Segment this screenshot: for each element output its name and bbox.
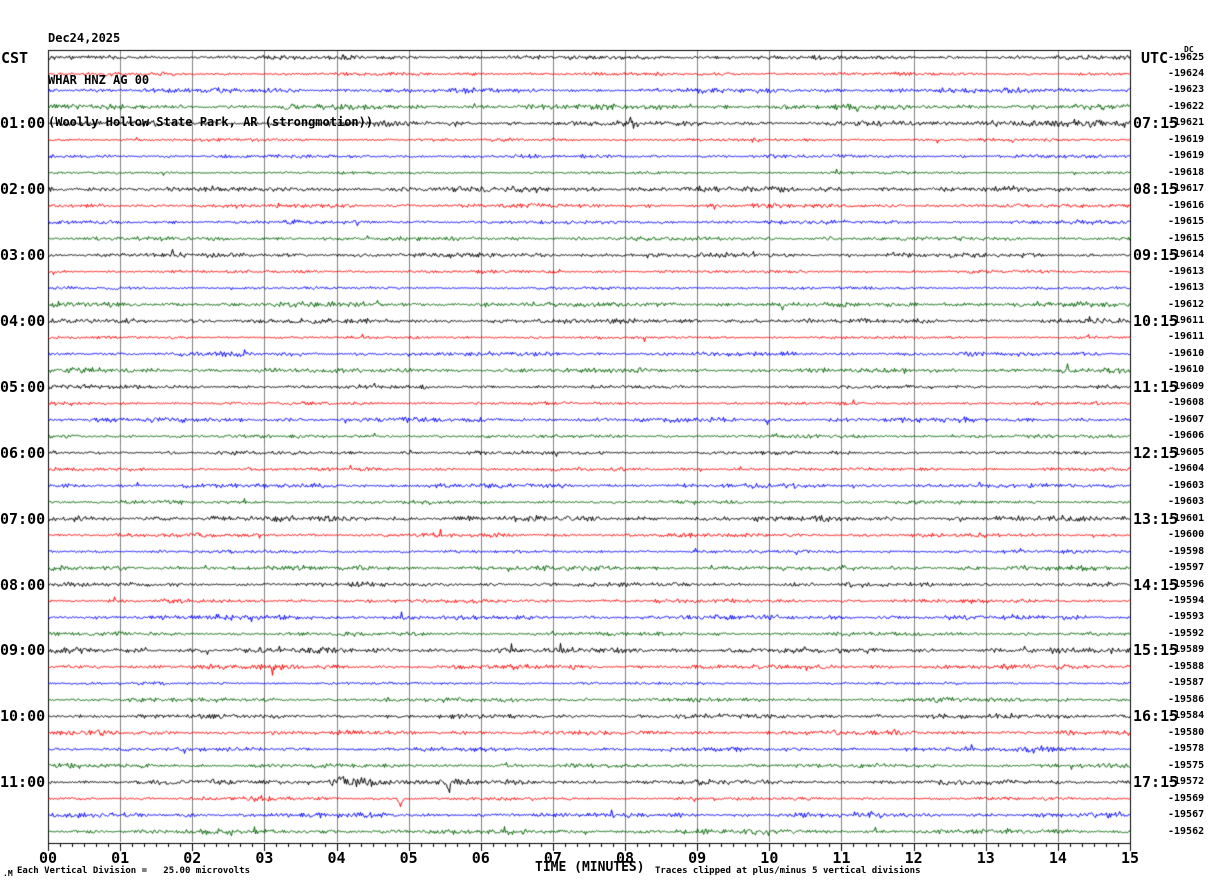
dc-offset-value: -19587 [1168,677,1205,689]
dc-offset-value: -19623 [1168,84,1205,96]
x-tick-label: 09 [688,849,707,867]
dc-offset-value: -19621 [1168,117,1205,129]
dc-offset-value: -19613 [1168,265,1205,277]
dc-offset-value: -19625 [1168,51,1205,63]
dc-offset-value: -19613 [1168,282,1205,294]
dc-offset-value: -19569 [1168,792,1205,804]
x-tick-label: 02 [183,849,202,867]
x-tick-label: 12 [904,849,923,867]
dc-offset-value: -19562 [1168,825,1205,837]
dc-offset-value: -19594 [1168,595,1205,606]
scale-note: Each Vertical Division = 25.00 microvolt… [17,866,250,876]
dc-offset-value: -19580 [1168,726,1205,738]
dc-offset-value: -19610 [1168,364,1205,376]
x-tick-label: 00 [38,849,58,867]
dc-offset-value: -19608 [1168,397,1205,409]
dc-offset-value: -19593 [1168,611,1205,623]
dc-offset-value: -19598 [1168,545,1205,557]
x-axis-title: TIME (MINUTES) [535,860,645,875]
x-tick-label: 10 [760,849,779,867]
title-date: Dec24,2025 [48,31,121,45]
dc-offset-value: -19615 [1168,216,1205,228]
left-hour-label: 07:00 [0,509,46,528]
left-hour-label: 10:00 [0,707,46,726]
dc-offset-value: -19592 [1168,627,1205,639]
dc-offset-value: -19607 [1168,413,1205,425]
dc-offset-value: -19624 [1168,67,1205,79]
left-timezone-label: CST [1,49,29,67]
dc-offset-value: -19588 [1168,660,1205,672]
dc-offset-value: -19589 [1168,644,1205,656]
left-hour-label: 09:00 [0,641,46,660]
dc-offset-value: -19615 [1168,232,1205,244]
x-tick-label: 03 [255,849,274,867]
dc-offset-value: -19609 [1168,380,1205,392]
dc-offset-value: -19600 [1168,529,1205,541]
dc-offset-value: -19603 [1168,496,1205,508]
dc-offset-value: -19578 [1168,743,1205,755]
left-hour-label: 02:00 [0,180,46,199]
dc-offset-value: -19567 [1168,809,1205,821]
left-hour-label: 01:00 [0,114,46,133]
corner-mark: .M [3,869,13,878]
dc-offset-value: -19575 [1168,759,1205,771]
dc-offset-value: -19614 [1168,249,1205,261]
x-tick-label: 14 [1048,849,1067,867]
left-hour-label: 08:00 [0,575,46,594]
dc-offset-value: -19611 [1168,331,1205,343]
dc-offset-value: -19622 [1168,100,1205,112]
dc-offset-value: -19572 [1168,776,1205,788]
dc-offset-value: -19619 [1168,133,1205,145]
dc-offset-value: -19597 [1168,562,1205,574]
dc-offset-value: -19584 [1168,710,1205,722]
x-tick-label: 04 [327,849,346,867]
dc-offset-value: -19616 [1168,199,1205,211]
title-location: (Woolly Hollow State Park, AR (strongmot… [48,115,374,129]
right-timezone-label: UTC [1141,49,1169,67]
left-hour-label: 03:00 [0,246,46,265]
dc-offset-value: -19606 [1168,430,1205,442]
dc-offset-value: -19596 [1168,578,1205,590]
dc-offset-value: -19612 [1168,298,1205,310]
clip-note: Traces clipped at plus/minus 5 vertical … [655,866,921,876]
helicorder-page: Dec24,2025 WHAR HNZ AG 00 (Woolly Hollow… [0,0,1210,886]
left-hour-label: 06:00 [0,443,46,462]
title-station: WHAR HNZ AG 00 [48,73,150,87]
x-tick-label: 01 [111,849,130,867]
dc-offset-value: -19605 [1168,446,1205,458]
title-block: Dec24,2025 WHAR HNZ AG 00 (Woolly Hollow… [48,3,373,157]
dc-offset-value: -19611 [1168,315,1205,327]
dc-offset-value: -19603 [1168,479,1205,491]
x-tick-label: 13 [976,849,995,867]
dc-offset-value: -19586 [1168,693,1205,705]
x-tick-label: 11 [832,849,851,867]
dc-offset-value: -19619 [1168,150,1205,162]
dc-offset-value: -19601 [1168,512,1205,524]
x-tick-label: 06 [471,849,490,867]
left-hour-label: 11:00 [0,773,46,792]
left-hour-label: 04:00 [0,312,46,331]
dc-offset-value: -19617 [1168,183,1205,195]
x-tick-label: 15 [1120,849,1140,867]
dc-offset-value: -19604 [1168,463,1205,475]
dc-offset-value: -19610 [1168,347,1205,359]
dc-offset-value: -19618 [1168,166,1205,178]
left-hour-label: 05:00 [0,377,46,396]
x-tick-label: 05 [399,849,418,867]
